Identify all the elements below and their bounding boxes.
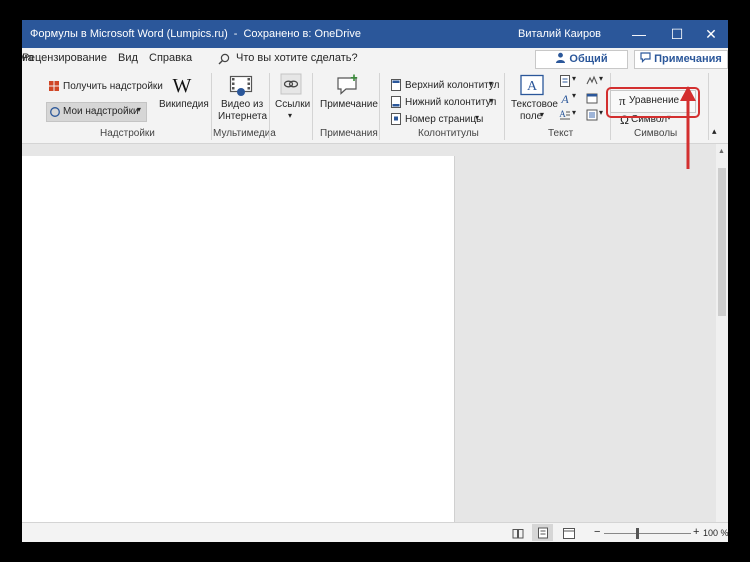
wordart-icon: A bbox=[560, 92, 569, 104]
title-bar: Формулы в Microsoft Word (Lumpics.ru) - Со… bbox=[22, 20, 728, 48]
svg-text:A: A bbox=[559, 109, 566, 119]
chevron-down-icon[interactable]: ▾ bbox=[572, 108, 576, 117]
new-comment-button[interactable]: Примечание bbox=[320, 99, 378, 110]
links-button[interactable]: Ссылки bbox=[275, 99, 310, 110]
my-addins-label: Мои надстройки bbox=[63, 106, 139, 117]
object-icon bbox=[586, 109, 598, 121]
zoom-slider-thumb[interactable] bbox=[636, 528, 639, 539]
scroll-thumb[interactable] bbox=[718, 168, 726, 316]
collapse-ribbon-icon[interactable]: ▴ bbox=[712, 126, 717, 137]
text-box-label-1[interactable]: Текстовое bbox=[511, 99, 558, 110]
text-box-icon: A bbox=[520, 74, 544, 96]
word-window: Формулы в Microsoft Word (Lumpics.ru) - Со… bbox=[22, 20, 728, 542]
minimize-button[interactable]: — bbox=[622, 20, 656, 48]
group-text-label: Текст bbox=[548, 128, 574, 139]
close-button[interactable]: ✕ bbox=[694, 20, 728, 48]
page-number-icon bbox=[391, 113, 401, 125]
read-mode-icon[interactable] bbox=[512, 528, 524, 539]
online-video-label-2[interactable]: Интернета bbox=[218, 111, 267, 122]
chevron-down-icon[interactable]: ▾ bbox=[599, 74, 603, 83]
chevron-down-icon[interactable]: ▾ bbox=[540, 110, 544, 119]
chevron-down-icon[interactable]: ▾ bbox=[489, 96, 493, 105]
wikipedia-button[interactable]: Википедия bbox=[159, 99, 209, 110]
zoom-out-button[interactable]: − bbox=[594, 526, 600, 538]
store-icon bbox=[49, 81, 59, 91]
svg-text:W: W bbox=[173, 75, 192, 96]
group-symbols-label: Символы bbox=[634, 128, 678, 139]
group-divider bbox=[211, 73, 212, 140]
quick-parts-icon bbox=[560, 75, 570, 87]
group-divider bbox=[504, 73, 505, 140]
new-comment-icon bbox=[337, 74, 358, 95]
link-icon bbox=[280, 73, 302, 95]
comments-button[interactable]: Примечания bbox=[634, 50, 728, 69]
my-addins-icon bbox=[50, 107, 60, 117]
ribbon: Получить надстройки Мои надстройки ▾ W В… bbox=[22, 70, 728, 144]
search-icon bbox=[218, 53, 230, 65]
group-media-label: Мультимедиа bbox=[213, 128, 276, 139]
document-page[interactable] bbox=[22, 156, 455, 522]
svg-text:A: A bbox=[560, 92, 569, 104]
share-button[interactable]: Общий доступ bbox=[535, 50, 628, 82]
person-icon bbox=[556, 52, 566, 63]
group-headers-label: Колонтитулы bbox=[418, 128, 479, 139]
footer-icon bbox=[391, 96, 401, 108]
svg-text:A: A bbox=[527, 79, 538, 94]
document-area bbox=[22, 144, 716, 522]
tab-help[interactable]: Справка bbox=[149, 52, 192, 64]
group-divider bbox=[708, 73, 709, 140]
online-video-label-1[interactable]: Видео из bbox=[221, 99, 263, 110]
date-time-icon bbox=[586, 93, 598, 104]
footer-button[interactable]: Нижний колонтитул bbox=[405, 97, 496, 108]
save-status: Сохранено в: OneDrive bbox=[243, 28, 361, 40]
wikipedia-icon: W bbox=[173, 75, 192, 96]
status-bar: − + 100 % bbox=[22, 522, 728, 542]
vertical-scrollbar[interactable]: ▲ bbox=[716, 144, 728, 522]
comments-label: Примечания bbox=[654, 53, 722, 65]
online-video-icon bbox=[229, 75, 253, 96]
chevron-down-icon[interactable]: ▾ bbox=[572, 74, 576, 83]
text-box-label-2[interactable]: поле bbox=[520, 111, 542, 122]
chevron-down-icon[interactable]: ▾ bbox=[475, 113, 479, 122]
drop-cap-icon: A bbox=[559, 109, 570, 120]
zoom-in-button[interactable]: + bbox=[693, 526, 699, 538]
zoom-slider[interactable] bbox=[604, 533, 691, 534]
group-divider bbox=[269, 73, 270, 140]
group-addins-label: Надстройки bbox=[100, 128, 155, 139]
document-name: Формулы в Microsoft Word (Lumpics.ru) bbox=[30, 28, 228, 40]
chevron-down-icon[interactable]: ▾ bbox=[137, 105, 141, 114]
tab-view[interactable]: Вид bbox=[118, 52, 138, 64]
chevron-down-icon[interactable]: ▾ bbox=[288, 111, 292, 120]
title-separator: - bbox=[233, 28, 238, 40]
ribbon-tabs: ма Рецензирование Вид Справка Что вы хот… bbox=[22, 48, 728, 82]
web-layout-icon[interactable] bbox=[563, 528, 575, 539]
tab-review[interactable]: Рецензирование bbox=[22, 52, 107, 64]
print-layout-icon[interactable] bbox=[537, 527, 549, 539]
zoom-level[interactable]: 100 % bbox=[703, 528, 728, 538]
chevron-down-icon[interactable]: ▾ bbox=[572, 91, 576, 100]
window-title: Формулы в Microsoft Word (Lumpics.ru) - Со… bbox=[30, 28, 367, 40]
comment-icon bbox=[640, 52, 651, 63]
user-name[interactable]: Виталий Каиров bbox=[518, 28, 601, 40]
tell-me-search[interactable]: Что вы хотите сделать? bbox=[236, 52, 358, 64]
equation-highlight-frame bbox=[606, 87, 700, 118]
group-comments-label: Примечания bbox=[320, 128, 378, 139]
chevron-down-icon[interactable]: ▾ bbox=[599, 108, 603, 117]
chevron-down-icon[interactable]: ▾ bbox=[489, 79, 493, 88]
group-divider bbox=[312, 73, 313, 140]
page-number-button[interactable]: Номер страницы bbox=[405, 114, 483, 125]
signature-line-icon bbox=[586, 75, 598, 85]
maximize-button[interactable]: ☐ bbox=[660, 20, 694, 48]
group-divider bbox=[379, 73, 380, 140]
get-addins-button[interactable]: Получить надстройки bbox=[63, 81, 163, 92]
scroll-up-icon[interactable]: ▲ bbox=[718, 148, 725, 155]
header-button[interactable]: Верхний колонтитул bbox=[405, 80, 500, 91]
header-icon bbox=[391, 79, 401, 91]
